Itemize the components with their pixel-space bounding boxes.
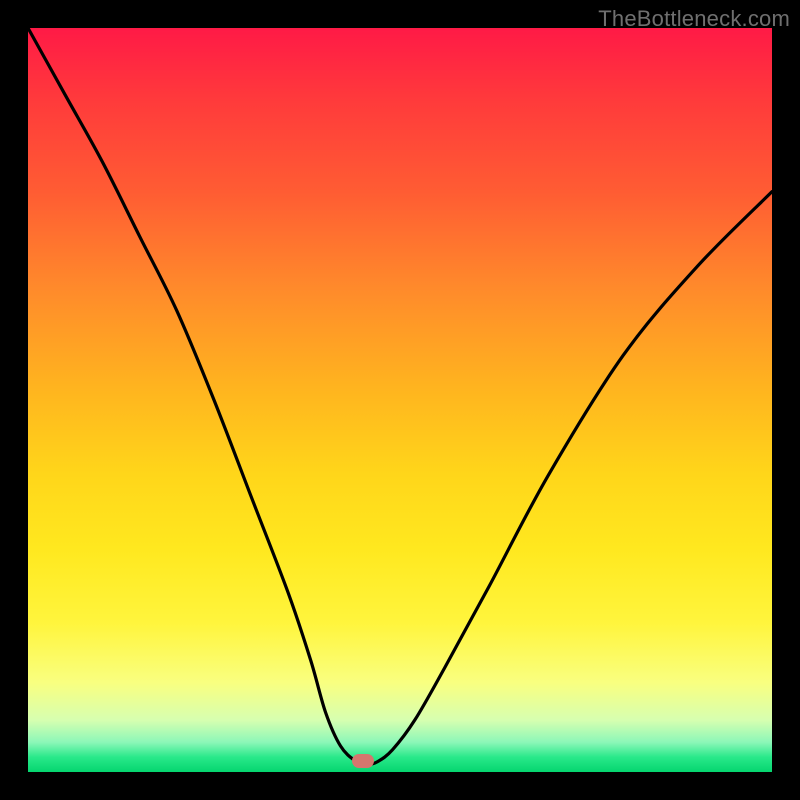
- curve-svg: [28, 28, 772, 772]
- bottleneck-curve: [28, 28, 772, 765]
- minimum-marker: [352, 754, 374, 768]
- plot-area: [28, 28, 772, 772]
- chart-container: TheBottleneck.com: [0, 0, 800, 800]
